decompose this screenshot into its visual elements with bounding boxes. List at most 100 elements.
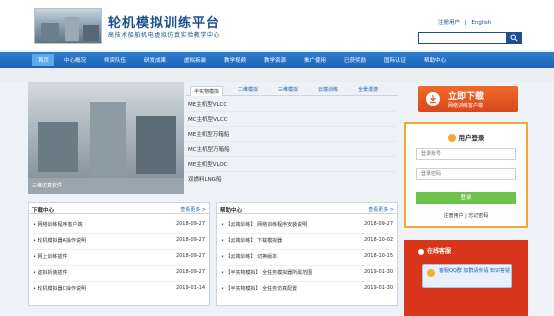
tab-cloud-training[interactable]: 云端训练 <box>318 86 338 96</box>
list-item[interactable]: • 【云端训练】 下载模拟器 2018-10-02 <box>221 237 393 247</box>
nav-help[interactable]: 帮助中心 <box>424 56 446 64</box>
main-nav: 首页 中心概况 师资队伍 研发成果 虚拟拆装 教学视频 教学资源 推广使用 已获… <box>0 52 554 68</box>
tab-panorama[interactable]: 全景漫游 <box>358 86 378 96</box>
divider <box>221 249 393 250</box>
machine-shape <box>38 122 78 172</box>
item-title[interactable]: • 【云端训练】 下载模拟器 <box>221 237 282 244</box>
item-date: 2019-01-30 <box>363 269 393 275</box>
nav-faculty[interactable]: 师资队伍 <box>104 56 126 64</box>
divider <box>221 233 393 234</box>
item-title[interactable]: • 轮机模拟器C操作说明 <box>33 285 86 292</box>
divider <box>186 141 396 142</box>
nav-overview[interactable]: 中心概况 <box>64 56 86 64</box>
nav-resources[interactable]: 教学资源 <box>264 56 286 64</box>
service-header: 在线客服 <box>418 246 451 255</box>
login-links[interactable]: 注册用户 | 忘记密码 <box>406 212 526 219</box>
divider <box>186 111 396 112</box>
list-item[interactable]: • 网络训练程序客户端 2018-09-27 <box>33 221 205 231</box>
item-date: 2019-01-30 <box>363 285 393 291</box>
nav-home[interactable]: 首页 <box>38 56 49 64</box>
item-date: 2019-01-14 <box>175 285 205 291</box>
product-item[interactable]: ME主机型VLOC <box>188 160 228 168</box>
tab-3d-sim[interactable]: 三维模拟 <box>278 86 298 96</box>
list-item[interactable]: • 【云端训练】 网络训练程序安装说明 2018-09-27 <box>221 221 393 231</box>
item-date: 2018-09-27 <box>175 221 205 227</box>
download-now-button[interactable]: 立即下载 网络训练客户端 <box>418 86 518 112</box>
search-button[interactable] <box>506 32 522 44</box>
product-item[interactable]: ME主机型VLCC <box>188 100 227 108</box>
divider <box>33 233 205 234</box>
tab-2d-sim[interactable]: 二维模拟 <box>238 86 258 96</box>
panel-title: 帮助中心 <box>220 208 243 214</box>
nav-videos[interactable]: 教学视频 <box>224 56 246 64</box>
list-item[interactable]: • 【半实物模拟】 全任务模拟器所属范围 2019-01-30 <box>221 269 393 279</box>
item-title[interactable]: • 轮机模拟器A操作说明 <box>33 237 86 244</box>
list-item[interactable]: • 轮机模拟器C操作说明 2019-01-14 <box>33 285 205 295</box>
login-box: 用户登录 登录 注册用户 | 忘记密码 <box>404 122 528 228</box>
item-date: 2018-09-27 <box>175 253 205 259</box>
photo-block <box>65 17 79 41</box>
more-link[interactable]: 查看更多 > <box>180 206 206 213</box>
divider <box>186 156 396 157</box>
online-service-panel: 在线客服 客服QQ群 加群请你请 知识答疑 <box>404 240 528 316</box>
item-title[interactable]: • 【云端训练】 网络训练程序安装说明 <box>221 221 307 228</box>
download-subtitle: 网络训练客户端 <box>448 103 484 109</box>
password-input[interactable] <box>416 168 516 180</box>
login-button[interactable]: 登录 <box>416 192 516 204</box>
account-input[interactable] <box>416 148 516 160</box>
more-link[interactable]: 查看更多 > <box>368 206 394 213</box>
item-date: 2018-09-27 <box>363 221 393 227</box>
machine-shape <box>90 102 126 178</box>
download-title: 立即下载 <box>448 92 485 102</box>
user-icon <box>447 134 456 142</box>
banner-strip <box>0 68 554 82</box>
list-item[interactable]: • 轮机模拟器A操作说明 2018-09-27 <box>33 237 205 247</box>
list-item[interactable]: • 虚拟拆装插件 2018-09-27 <box>33 269 205 279</box>
nav-awards[interactable]: 已获奖励 <box>344 56 366 64</box>
item-date: 2018-09-27 <box>175 269 205 275</box>
help-panel: 帮助中心 查看更多 > • 【云端训练】 网络训练程序安装说明 2018-09-2… <box>216 202 398 306</box>
english-link[interactable]: English <box>471 20 491 26</box>
machine-shape <box>136 116 176 174</box>
product-item[interactable]: 双燃料LNG船 <box>188 175 221 183</box>
product-item[interactable]: MC主机型VLCC <box>188 115 228 123</box>
nav-virtual-assembly[interactable]: 虚拟拆装 <box>184 56 206 64</box>
panel-header: 下载中心 查看更多 > <box>29 203 209 214</box>
list-item[interactable]: • 【云端训练】 切换版本 2018-10-15 <box>221 253 393 263</box>
showcase-photo[interactable]: 三维仿真软件 <box>28 82 184 194</box>
search-icon <box>510 34 518 42</box>
item-title[interactable]: • 网上训练插件 <box>33 253 68 260</box>
site-header: 轮机模拟训练平台 高技术船舶机电虚拟仿真实验教学中心 注册用户 | Englis… <box>0 0 554 50</box>
divider <box>221 281 393 282</box>
divider <box>221 265 393 266</box>
divider <box>186 171 396 172</box>
item-date: 2018-09-27 <box>175 237 205 243</box>
panel-header: 帮助中心 查看更多 > <box>217 203 397 214</box>
download-icon <box>426 92 440 106</box>
list-item[interactable]: • 网上训练插件 2018-09-27 <box>33 253 205 263</box>
item-title[interactable]: • 【半实物模拟】 全任务模拟器所属范围 <box>221 269 312 276</box>
divider <box>33 249 205 250</box>
top-links: 注册用户 | English <box>438 18 491 26</box>
tab-hardware-sim[interactable]: 半实物模拟 <box>190 86 224 96</box>
item-title[interactable]: • 【云端训练】 切换版本 <box>221 253 277 260</box>
divider <box>33 281 205 282</box>
qq-group-text: 客服QQ群 加群请你请 知识答疑 <box>439 268 511 274</box>
list-item[interactable]: • 【半实物模拟】 全任务仿真配置 2019-01-30 <box>221 285 393 295</box>
login-header: 用户登录 <box>406 132 526 142</box>
product-item[interactable]: MC主机型万箱船 <box>188 145 230 153</box>
nav-promotion[interactable]: 推广使用 <box>304 56 326 64</box>
product-item[interactable]: ME主机型万箱船 <box>188 130 229 138</box>
nav-certification[interactable]: 国际认证 <box>384 56 406 64</box>
product-tabs: 半实物模拟 二维模拟 三维模拟 云端训练 全景漫游 <box>186 84 398 96</box>
photo-block <box>83 25 99 41</box>
item-title[interactable]: • 【半实物模拟】 全任务仿真配置 <box>221 285 297 292</box>
login-title: 用户登录 <box>458 134 485 142</box>
qq-group-card[interactable]: 客服QQ群 加群请你请 知识答疑 <box>422 264 512 288</box>
service-title: 在线客服 <box>427 248 452 255</box>
nav-research[interactable]: 研发成果 <box>144 56 166 64</box>
register-link[interactable]: 注册用户 <box>438 18 460 26</box>
item-title[interactable]: • 虚拟拆装插件 <box>33 269 68 276</box>
divider <box>33 265 205 266</box>
item-title[interactable]: • 网络训练程序客户端 <box>33 221 83 228</box>
